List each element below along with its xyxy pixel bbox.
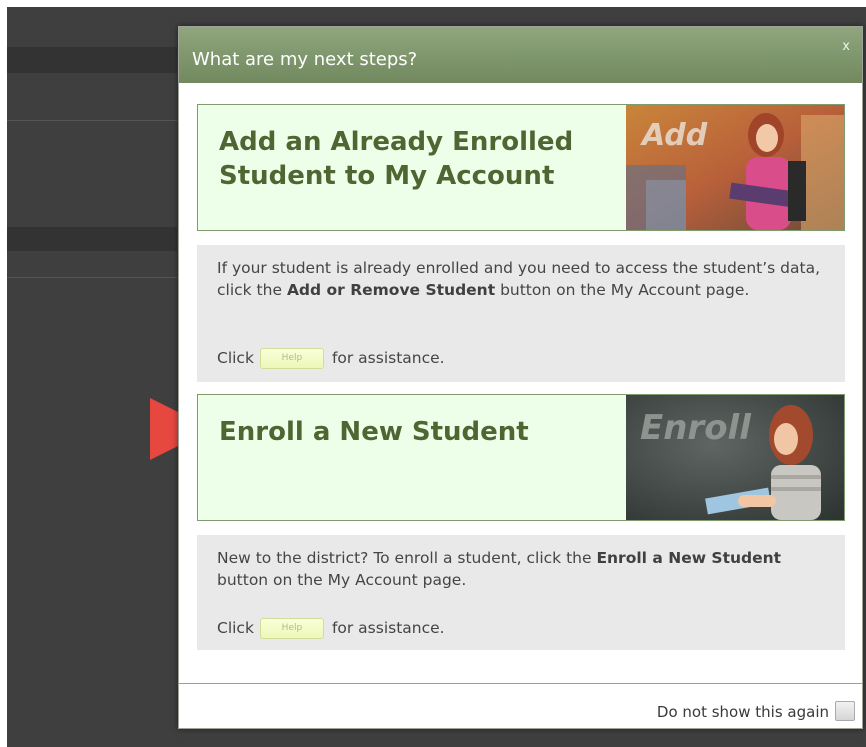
add-enrolled-student-card[interactable]: Add an Already Enrolled Student to My Ac… [197, 104, 845, 231]
enroll-new-student-card[interactable]: Enroll a New Student Enroll [197, 394, 845, 521]
card-title: Enroll a New Student [219, 415, 529, 449]
card-title-line: Add an Already Enrolled [219, 127, 574, 157]
do-not-show-label: Do not show this again [656, 703, 829, 721]
card-title-line: Enroll a New Student [219, 417, 529, 447]
footer-divider [179, 683, 862, 684]
card-title: Add an Already Enrolled Student to My Ac… [219, 125, 573, 193]
background-divider [7, 120, 177, 121]
description-text: New to the district? To enroll a student… [217, 549, 782, 589]
enroll-student-photo: Enroll [626, 395, 844, 520]
help-row: Click Help for assistance. [217, 347, 445, 369]
enroll-student-description: New to the district? To enroll a student… [197, 535, 845, 650]
next-steps-dialog: What are my next steps? x Add an Already… [178, 26, 863, 729]
background-band [7, 227, 177, 251]
help-row: Click Help for assistance. [217, 617, 445, 639]
help-button[interactable]: Help [259, 617, 324, 639]
card-title-line: Student to My Account [219, 161, 555, 191]
close-button[interactable]: x [842, 39, 850, 54]
do-not-show-checkbox[interactable] [835, 701, 855, 721]
description-text: If your student is already enrolled and … [217, 259, 821, 299]
photo-word: Add [640, 118, 708, 153]
assistance-label: for assistance. [331, 349, 445, 367]
add-student-description: If your student is already enrolled and … [197, 245, 845, 382]
dialog-title: What are my next steps? [192, 49, 418, 70]
add-student-photo: Add [626, 105, 844, 230]
click-label: Click [217, 349, 254, 367]
help-button[interactable]: Help [259, 347, 324, 369]
photo-word: Enroll [640, 408, 752, 448]
click-label: Click [217, 619, 254, 637]
background-divider [7, 277, 177, 278]
background-band [7, 47, 177, 73]
assistance-label: for assistance. [331, 619, 445, 637]
dialog-header: What are my next steps? x [179, 27, 862, 83]
